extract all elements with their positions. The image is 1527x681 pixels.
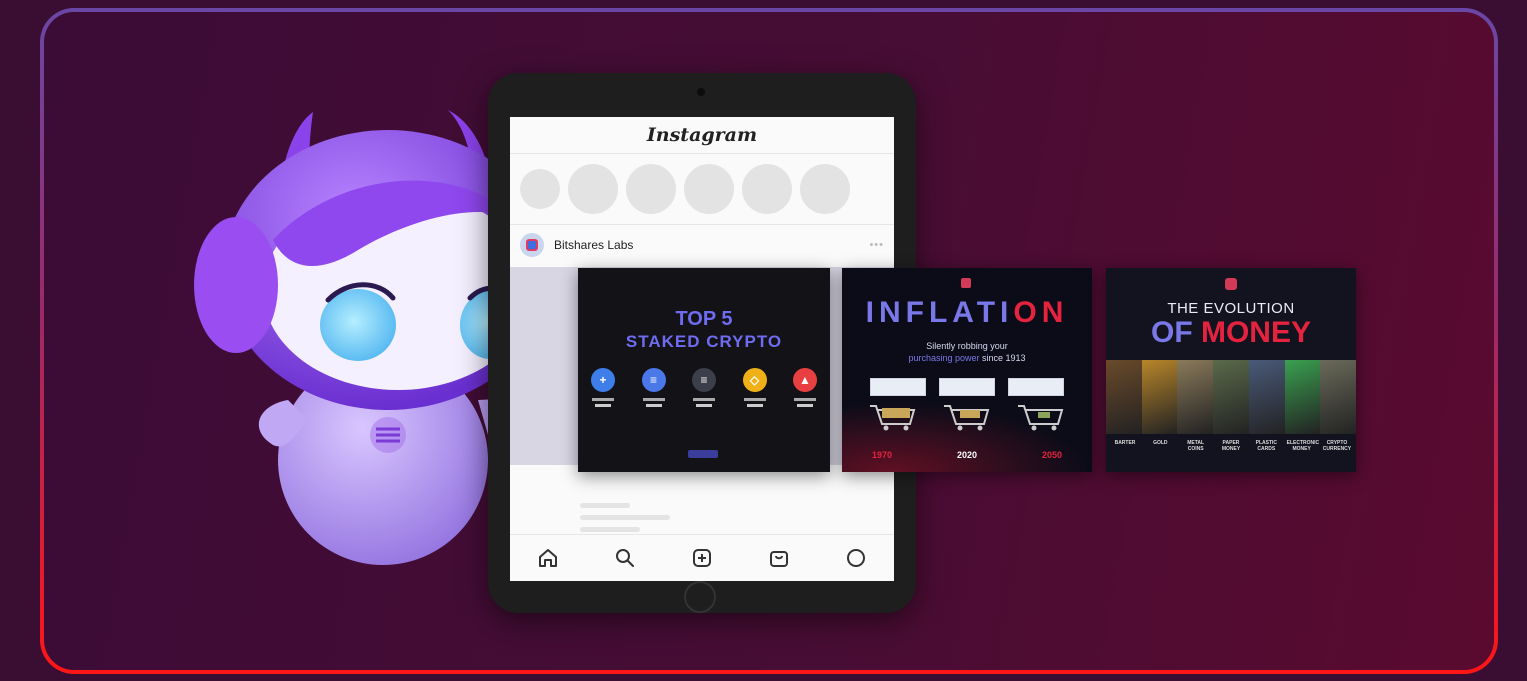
coin-item: ◇ [740, 368, 770, 407]
coin-icon: ▲ [793, 368, 817, 392]
coin-item: + [588, 368, 618, 407]
story-avatar[interactable] [684, 164, 734, 214]
inflation-sub-line1: Silently robbing your [926, 341, 1008, 351]
price-tag [1008, 378, 1064, 396]
post-card-inflation[interactable]: INFLATION Silently robbing your purchasi… [842, 268, 1092, 472]
camera-dot [697, 88, 705, 96]
money-era-image [1213, 360, 1249, 434]
coin-row: + ≡ ≡ ◇ ▲ [588, 368, 820, 407]
home-icon[interactable] [535, 545, 561, 571]
search-icon[interactable] [612, 545, 638, 571]
evolution-subtitle-part1: OF [1150, 316, 1201, 349]
era-label: ELECTRONIC MONEY [1286, 440, 1320, 452]
inflation-title-part1: INFLATI [865, 296, 1014, 329]
story-avatar[interactable] [800, 164, 850, 214]
cart-icon [870, 405, 916, 431]
inflation-sub-line2: since 1913 [979, 353, 1026, 363]
post-header: Bitshares Labs ••• [510, 225, 894, 265]
new-post-icon[interactable] [689, 545, 715, 571]
money-image-strip [1106, 360, 1356, 434]
inflation-subtitle: Silently robbing your purchasing power s… [842, 340, 1092, 364]
post-card-evolution[interactable]: THE EVOLUTION OF MONEY BARTER GOLD METAL C… [1106, 268, 1356, 472]
era-label: PLASTIC CARDS [1255, 440, 1277, 452]
money-era-image [1141, 360, 1178, 434]
money-era-image [1284, 360, 1321, 434]
profile-icon[interactable] [843, 545, 869, 571]
era-label: GOLD [1153, 440, 1168, 446]
inflation-title: INFLATION [842, 296, 1092, 330]
price-tags [870, 378, 1064, 396]
brand-logo-icon [1225, 278, 1237, 290]
money-era-image [1320, 360, 1356, 434]
story-avatar[interactable] [568, 164, 618, 214]
story-avatar[interactable] [626, 164, 676, 214]
stories-row [510, 154, 894, 225]
coin-item: ≡ [689, 368, 719, 407]
brand-logo-icon [688, 450, 718, 458]
year-label: 1970 [872, 450, 893, 460]
post-card-top5[interactable]: TOP 5 STAKED CRYPTO + ≡ ≡ ◇ ▲ [578, 268, 830, 472]
cart-icon [1018, 405, 1064, 431]
coin-item: ▲ [790, 368, 820, 407]
top5-subtitle: STAKED CRYPTO [625, 332, 783, 351]
account-name[interactable]: Bitshares Labs [554, 238, 633, 252]
instagram-header: Instagram [510, 117, 894, 154]
coin-icon: + [591, 368, 615, 392]
evolution-subtitle-part2: MONEY [1200, 316, 1311, 349]
story-avatar[interactable] [520, 169, 560, 209]
home-button[interactable] [684, 581, 716, 613]
shop-icon[interactable] [766, 545, 792, 571]
coin-icon: ≡ [692, 368, 716, 392]
story-avatar[interactable] [742, 164, 792, 214]
instagram-logo: Instagram [646, 124, 758, 146]
year-label: 2020 [956, 450, 978, 460]
coin-item: ≡ [639, 368, 669, 407]
evolution-subtitle: OF MONEY [1106, 316, 1356, 350]
cart-icon [944, 405, 990, 431]
price-tag [870, 378, 926, 396]
money-era-image [1248, 360, 1285, 434]
bottom-nav [510, 534, 894, 581]
era-label: METAL COINS [1187, 440, 1205, 452]
inflation-title-part2: ON [1013, 296, 1069, 329]
coin-icon: ◇ [742, 368, 767, 392]
brand-logo-icon [961, 278, 971, 288]
chest-logo-icon [370, 417, 406, 453]
top5-title: TOP 5 [675, 308, 733, 330]
inflation-sub-highlight: purchasing power [908, 353, 980, 363]
price-tag [939, 378, 995, 396]
year-label: 2050 [1041, 450, 1062, 460]
money-era-image [1106, 360, 1142, 434]
money-era-labels: BARTER GOLD METAL COINS PAPER MONEY PLASTIC … [1110, 440, 1352, 452]
more-options-icon[interactable]: ••• [869, 239, 884, 251]
year-labels: 1970 2020 2050 [872, 450, 1062, 460]
shopping-carts [866, 402, 1066, 432]
coin-icon: ≡ [641, 368, 666, 392]
era-label: PAPER MONEY [1221, 440, 1241, 452]
era-label: BARTER [1114, 440, 1136, 446]
account-avatar[interactable] [520, 233, 544, 257]
era-label: CRYPTO CURRENCY [1322, 440, 1352, 452]
evolution-title: THE EVOLUTION [1167, 300, 1295, 317]
money-era-image [1177, 360, 1214, 434]
